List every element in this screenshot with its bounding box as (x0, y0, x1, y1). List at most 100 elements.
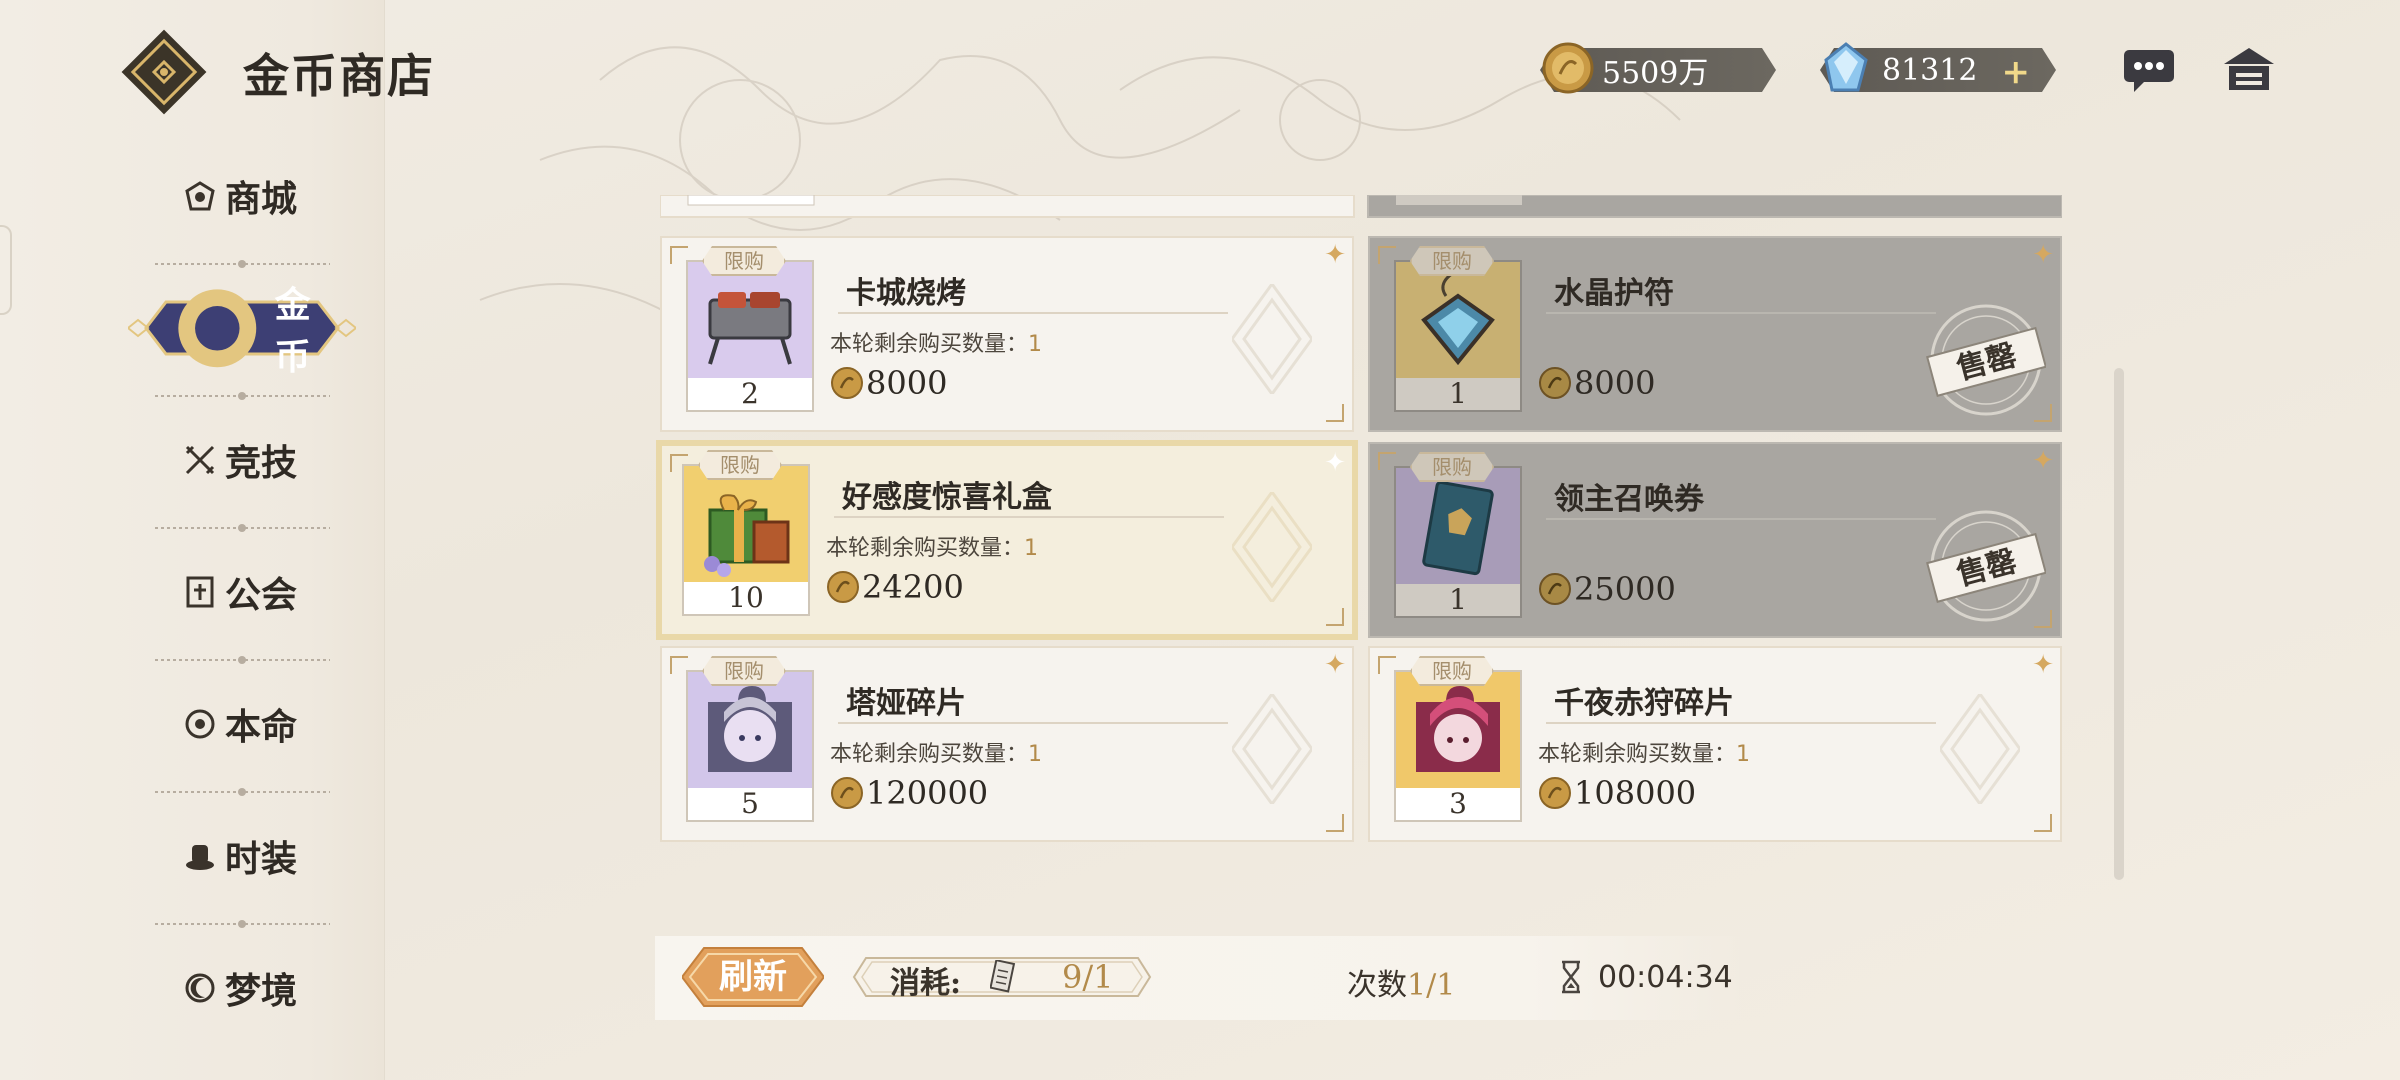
sparkle-icon: ✦ (1324, 650, 1346, 680)
shop-item-card[interactable]: ✦ 3 限购 千夜赤狩碎片 本轮剩余购买数量：1 108000 (1368, 646, 2062, 842)
nav-divider (155, 392, 330, 400)
gold-coin-icon (831, 777, 863, 809)
limit-tag: 限购 (1410, 656, 1494, 686)
remaining-count: 1 (1736, 742, 1751, 767)
gold-coin-icon (1539, 367, 1571, 399)
price-value: 8000 (866, 364, 948, 402)
sidebar-item-destiny[interactable]: 本命 (160, 694, 320, 754)
sparkle-icon: ✦ (1324, 240, 1346, 270)
summon-ticket-icon (1396, 468, 1520, 584)
item-remaining: 本轮剩余购买数量：1 (830, 326, 1042, 358)
sidebar-item-gold[interactable]: 金币 (170, 284, 320, 378)
sparkle-icon: ✦ (2032, 240, 2054, 270)
cost-label: 消耗: (890, 966, 962, 1001)
page-title: 金币商店 (243, 49, 435, 103)
refresh-timer: 00:04:34 (1598, 960, 1733, 995)
item-quantity: 2 (688, 378, 812, 410)
gold-coin-icon (827, 571, 859, 603)
item-price: 8000 (1538, 364, 1655, 402)
item-thumbnail: 2 (686, 260, 814, 412)
add-crystal-button[interactable]: + (2002, 52, 2031, 92)
item-price: 120000 (830, 774, 988, 812)
item-divider (838, 722, 1228, 724)
price-value: 108000 (1574, 774, 1697, 812)
hat-icon (185, 845, 214, 870)
sidebar-item-arena[interactable]: 竞技 (160, 430, 320, 490)
item-quantity: 1 (1396, 378, 1520, 410)
limit-tag: 限购 (702, 656, 786, 686)
limit-tag: 限购 (1410, 246, 1494, 276)
sidebar-item-label: 本命 (224, 706, 297, 748)
remaining-label: 本轮剩余购买数量： (830, 332, 1029, 357)
sold-out-text: 售罄 (1953, 544, 2020, 593)
item-divider (838, 312, 1228, 314)
item-thumbnail: 5 (686, 670, 814, 822)
crystal-icon (1824, 42, 1868, 92)
item-price: 24200 (826, 568, 964, 606)
times-value: 1/1 (1407, 968, 1456, 1003)
shop-item-card[interactable]: ✦ 1 限购 领主召唤券 25000 售罄 (1368, 442, 2062, 638)
item-divider (1546, 722, 1936, 724)
shop-item-card[interactable]: ✦ 1 限购 水晶护符 8000 售罄 (1368, 236, 2062, 432)
sidebar-item-label: 金币 (274, 284, 311, 378)
shop-logo-icon (121, 29, 207, 115)
character-shard-icon (1396, 672, 1520, 788)
sidebar-item-label: 商城 (224, 178, 297, 220)
shop-item-card[interactable]: ✦ 2 限购 卡城烧烤 本轮剩余购买数量：1 8000 (660, 236, 1354, 432)
refresh-button[interactable]: 刷新 (700, 952, 806, 1002)
refresh-count: 次数1/1 (1347, 960, 1455, 1004)
limit-tag: 限购 (1410, 452, 1494, 482)
item-divider (1546, 312, 1936, 314)
remaining-label: 本轮剩余购买数量： (826, 536, 1025, 561)
sold-out-stamp: 售罄 (1926, 510, 2046, 622)
remaining-count: 1 (1028, 742, 1043, 767)
item-name: 领主召唤券 (1554, 482, 1704, 517)
sold-out-text: 售罄 (1953, 338, 2020, 387)
chat-icon[interactable] (2122, 46, 2176, 94)
price-value: 120000 (866, 774, 989, 812)
item-price: 108000 (1538, 774, 1696, 812)
nav-divider (155, 656, 330, 664)
card-corner (1326, 404, 1344, 422)
sparkle-icon: ✦ (2032, 446, 2054, 476)
remaining-label: 本轮剩余购买数量： (1538, 742, 1737, 767)
edge-handle[interactable] (0, 225, 12, 315)
crystal-amulet-icon (1396, 262, 1520, 378)
item-thumbnail: 10 (682, 464, 810, 616)
item-remaining: 本轮剩余购买数量：1 (830, 736, 1042, 768)
gold-coin-icon (1539, 573, 1571, 605)
item-thumbnail: 3 (1394, 670, 1522, 822)
diamond-decoration (1940, 694, 2020, 804)
scrollbar[interactable] (2114, 368, 2124, 880)
diamond-decoration (1232, 284, 1312, 394)
sidebar-item-guild[interactable]: 公会 (160, 562, 320, 622)
gold-coin-icon (831, 367, 863, 399)
item-name: 卡城烧烤 (846, 276, 966, 311)
item-remaining: 本轮剩余购买数量：1 (826, 530, 1038, 562)
item-name: 水晶护符 (1554, 276, 1674, 311)
nav-divider (155, 788, 330, 796)
shop-item-card-selected[interactable]: ✦ 10 限购 好感度惊喜礼盒 本轮剩余购买数量：1 24200 (656, 440, 1358, 640)
guild-icon (186, 576, 214, 608)
item-divider (1546, 518, 1936, 520)
item-quantity: 10 (684, 582, 808, 614)
scrolled-row-edge (660, 195, 2062, 218)
sidebar-item-mall[interactable]: 商城 (160, 166, 320, 226)
card-corner (1326, 608, 1344, 626)
emblem-icon (185, 709, 215, 739)
diamond-decoration (1232, 694, 1312, 804)
item-remaining: 本轮剩余购买数量：1 (1538, 736, 1750, 768)
home-icon[interactable] (2222, 46, 2276, 92)
sidebar-item-fashion[interactable]: 时装 (160, 826, 320, 886)
item-price: 25000 (1538, 570, 1676, 608)
remaining-count: 1 (1028, 332, 1043, 357)
item-quantity: 3 (1396, 788, 1520, 820)
moon-icon (185, 973, 215, 1003)
card-corner (2034, 814, 2052, 832)
refresh-ticket-icon (990, 960, 1016, 993)
limit-tag: 限购 (702, 246, 786, 276)
sidebar-item-dream[interactable]: 梦境 (160, 958, 320, 1018)
limit-tag: 限购 (698, 450, 782, 480)
item-quantity: 5 (688, 788, 812, 820)
shop-item-card[interactable]: ✦ 5 限购 塔娅碎片 本轮剩余购买数量：1 120000 (660, 646, 1354, 842)
